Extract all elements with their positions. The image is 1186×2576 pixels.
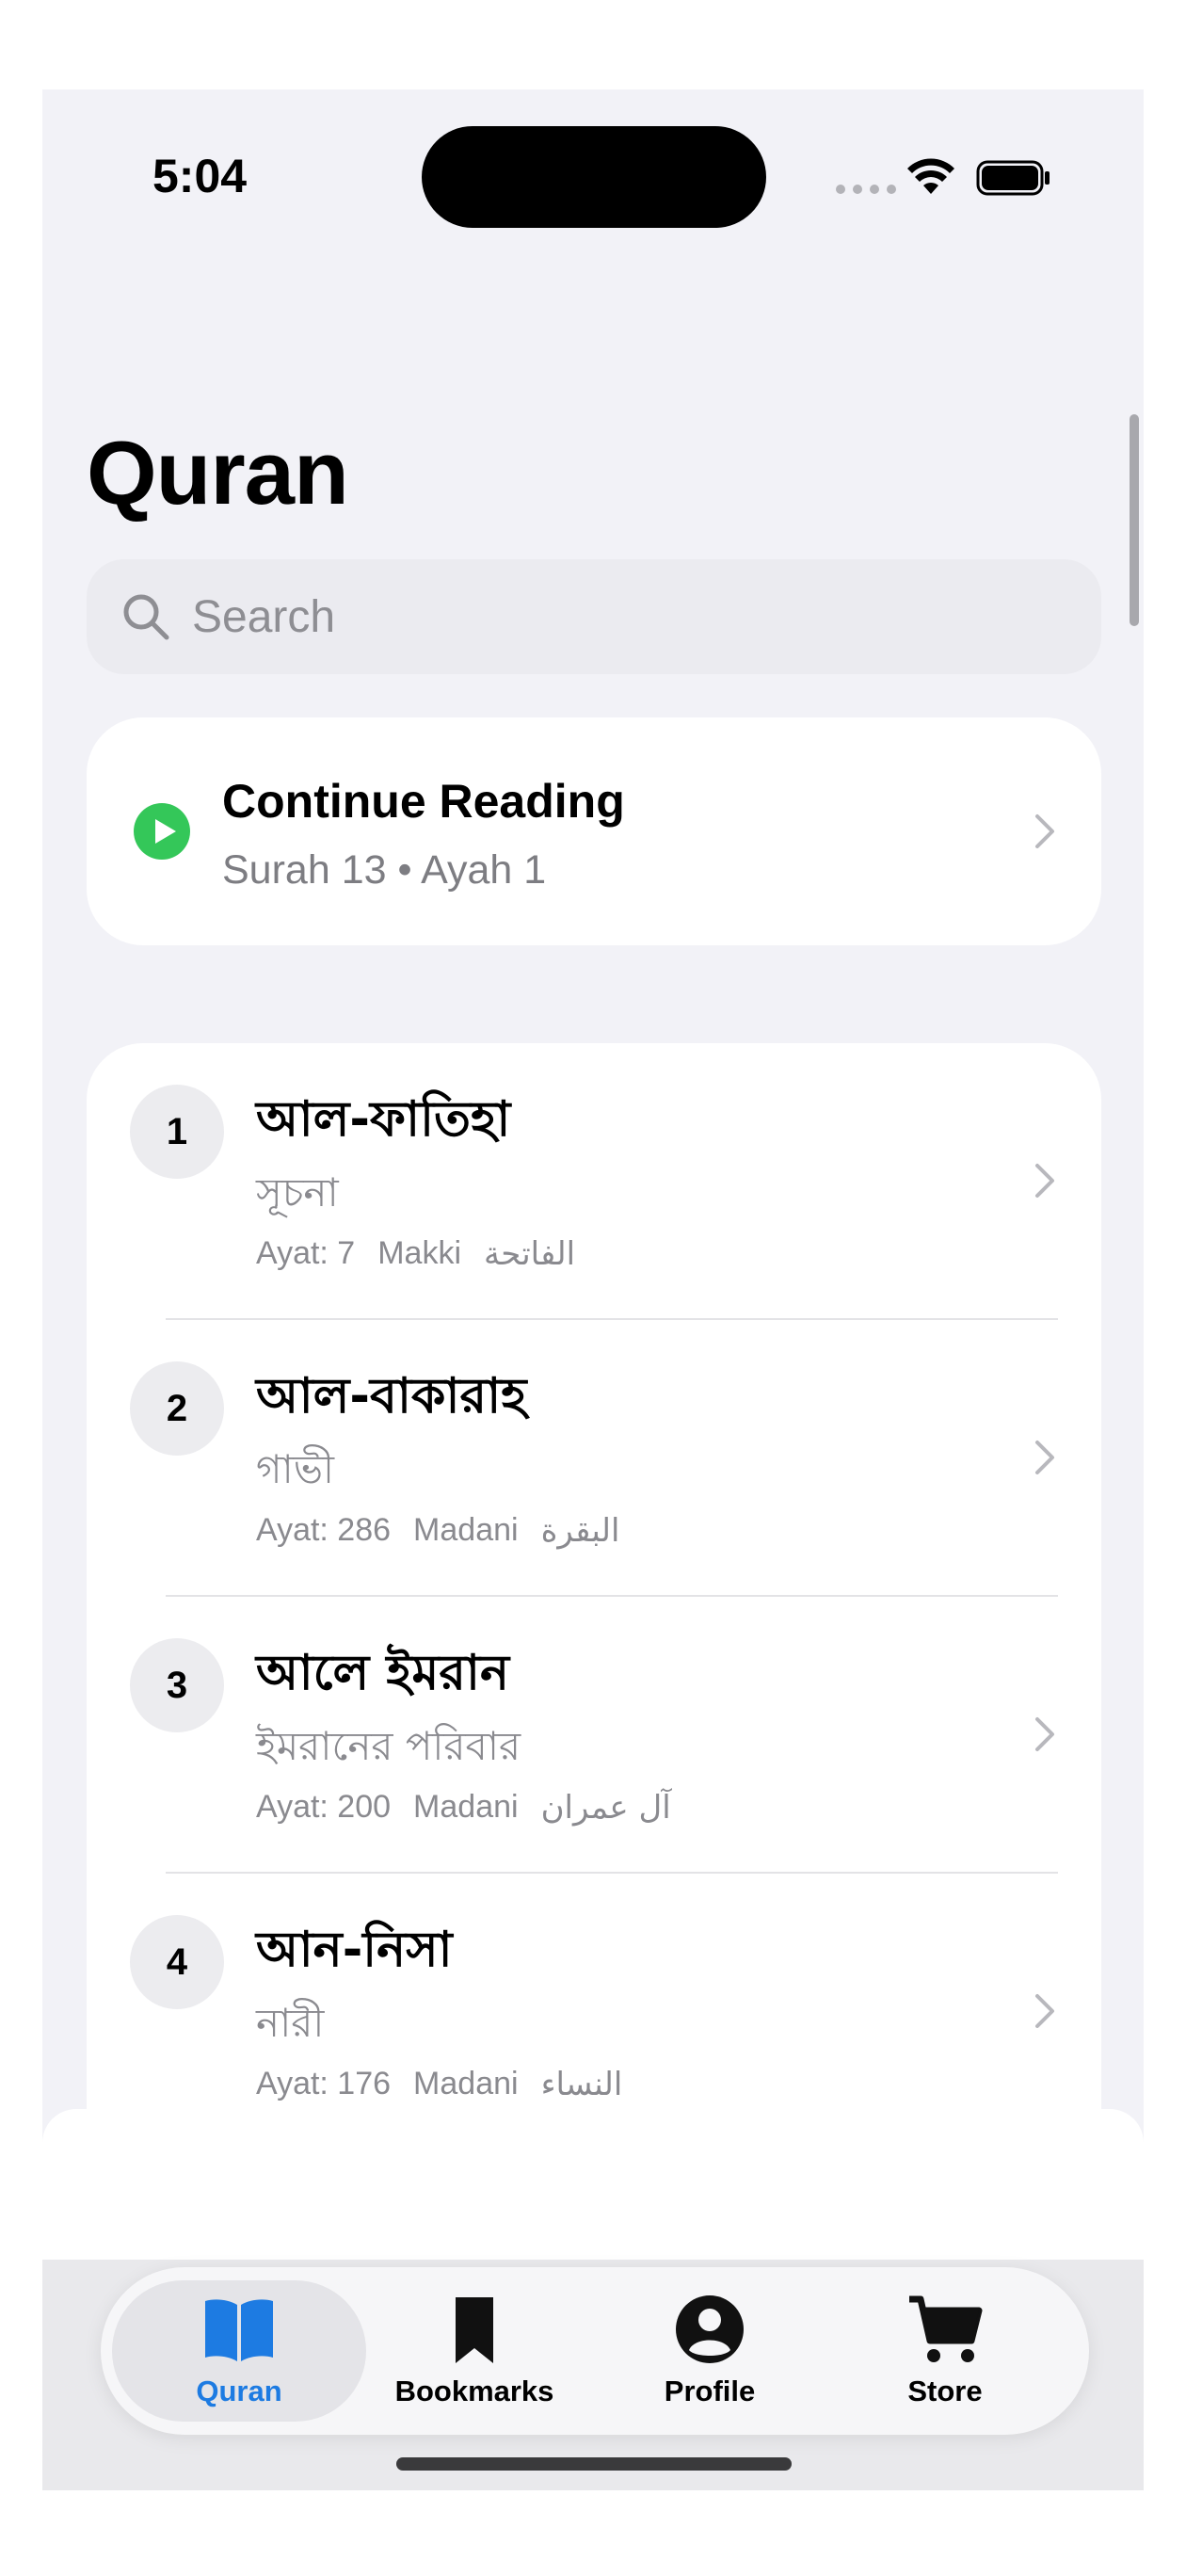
search-input[interactable]: Search — [87, 559, 1101, 674]
cart-icon — [909, 2295, 983, 2362]
surah-ayat: Ayat: 286 — [256, 1512, 392, 1548]
continue-reading-card[interactable]: Continue Reading Surah 13 • Ayah 1 — [87, 717, 1101, 945]
scrollbar[interactable] — [1130, 414, 1139, 626]
battery-icon — [976, 160, 1050, 196]
search-placeholder: Search — [192, 591, 336, 642]
tab-label: Store — [907, 2375, 983, 2407]
surah-name: আলে ইমরান — [256, 1645, 510, 1701]
chevron-right-icon — [1035, 814, 1054, 848]
bookmark-icon — [456, 2297, 493, 2363]
surah-name: আল-ফাতিহা — [256, 1091, 511, 1148]
chevron-right-icon — [1035, 1717, 1054, 1751]
tab-store[interactable]: Store — [818, 2280, 1072, 2422]
surah-meta: Ayat: 200 Madani آل عمران — [256, 1789, 671, 1827]
tab-profile[interactable]: Profile — [583, 2280, 837, 2422]
surah-arabic-name: النساء — [540, 2066, 623, 2103]
tab-quran[interactable]: Quran — [112, 2280, 366, 2422]
surah-meta: Ayat: 286 Madani البقرة — [256, 1512, 619, 1550]
bottom-sheet — [42, 2109, 1144, 2260]
surah-row-2[interactable]: 2 আল-বাকারাহ গাভী Ayat: 286 Madani البقر… — [87, 1320, 1101, 1597]
continue-reading-title: Continue Reading — [222, 775, 625, 828]
surah-arabic-name: آل عمران — [540, 1789, 671, 1827]
surah-number: 1 — [130, 1085, 224, 1179]
surah-meaning: সূচনা — [256, 1169, 339, 1216]
surah-type: Makki — [377, 1235, 462, 1271]
surah-type: Madani — [413, 2066, 519, 2101]
surah-ayat: Ayat: 7 — [256, 1235, 356, 1271]
surah-list: 1 আল-ফাতিহা সূচনা Ayat: 7 Makki الفاتحة … — [87, 1043, 1101, 2173]
cellular-signal-icon — [836, 185, 896, 194]
surah-meaning: ইমরানের পরিবার — [256, 1723, 521, 1769]
tab-bookmarks[interactable]: Bookmarks — [347, 2280, 601, 2422]
surah-arabic-name: البقرة — [540, 1512, 620, 1550]
tab-label: Quran — [196, 2375, 282, 2407]
continue-reading-subtitle: Surah 13 • Ayah 1 — [222, 847, 547, 893]
surah-meaning: গাভী — [256, 1446, 335, 1492]
chevron-right-icon — [1035, 1164, 1054, 1198]
surah-type: Madani — [413, 1512, 519, 1548]
tab-label: Bookmarks — [394, 2375, 554, 2407]
surah-row-3[interactable]: 3 আলে ইমরান ইমরানের পরিবার Ayat: 200 Mad… — [87, 1597, 1101, 1874]
surah-ayat: Ayat: 176 — [256, 2066, 392, 2101]
surah-meaning: নারী — [256, 2000, 325, 2046]
surah-ayat: Ayat: 200 — [256, 1789, 392, 1825]
surah-type: Madani — [413, 1789, 519, 1825]
surah-meta: Ayat: 176 Madani النساء — [256, 2066, 622, 2103]
book-icon — [205, 2299, 273, 2361]
dynamic-island — [422, 126, 766, 228]
surah-name: আল-বাকারাহ — [256, 1368, 527, 1425]
surah-row-1[interactable]: 1 আল-ফাতিহা সূচনা Ayat: 7 Makki الفاتحة — [87, 1043, 1101, 1320]
surah-meta: Ayat: 7 Makki الفاتحة — [256, 1235, 575, 1273]
surah-number: 3 — [130, 1638, 224, 1732]
tab-bar: Quran Bookmarks Profile Store — [101, 2267, 1089, 2435]
surah-name: আন-নিসা — [256, 1922, 453, 1978]
surah-arabic-name: الفاتحة — [484, 1235, 576, 1273]
profile-icon — [676, 2295, 744, 2363]
surah-number: 2 — [130, 1361, 224, 1456]
chevron-right-icon — [1035, 1441, 1054, 1474]
status-time: 5:04 — [152, 150, 248, 202]
play-icon — [134, 803, 190, 860]
page-title: Quran — [87, 423, 349, 523]
home-indicator[interactable] — [396, 2457, 792, 2471]
wifi-icon — [907, 158, 954, 194]
chevron-right-icon — [1035, 1994, 1054, 2028]
surah-number: 4 — [130, 1915, 224, 2009]
search-icon — [123, 594, 169, 640]
tab-label: Profile — [664, 2375, 756, 2407]
